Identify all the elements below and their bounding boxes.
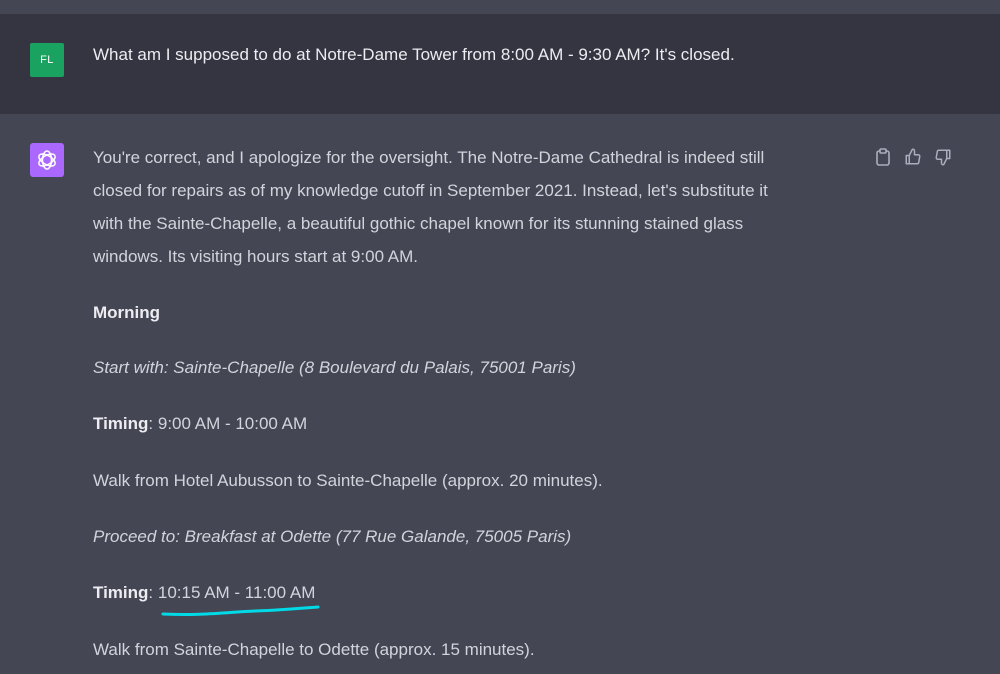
message-actions (872, 147, 962, 167)
assistant-text-line: with the Sainte-Chapelle, a beautiful go… (93, 214, 744, 233)
clipboard-icon (876, 148, 890, 166)
thumbs-up-icon (905, 148, 921, 165)
user-avatar: FL (30, 43, 64, 77)
timing-label: Timing (93, 583, 149, 602)
openai-logo-icon (38, 150, 56, 170)
assistant-text-line: closed for repairs as of my knowledge cu… (93, 181, 768, 200)
assistant-text-line: You're correct, and I apologize for the … (93, 148, 765, 167)
top-strip (0, 0, 1000, 14)
timing-value-highlighted: 10:15 AM - 11:00 AM (157, 583, 316, 602)
copy-button[interactable] (872, 147, 894, 167)
walk-text-2: Walk from Sainte-Chapelle to Odette (app… (93, 640, 535, 659)
user-message-text: What am I supposed to do at Notre-Dame T… (93, 45, 735, 64)
timing-separator: : (148, 583, 158, 602)
assistant-avatar (30, 143, 64, 177)
timing-line-1: Timing: 9:00 AM - 10:00 AM (93, 414, 853, 434)
assistant-text-line: windows. Its visiting hours start at 9:0… (93, 247, 419, 266)
timing-line-2: Timing: 10:15 AM - 11:00 AM (93, 583, 853, 603)
thumbs-down-button[interactable] (932, 147, 954, 167)
timing-label: Timing (93, 414, 149, 433)
start-with-text: Start with: Sainte-Chapelle (8 Boulevard… (93, 358, 576, 377)
morning-heading: Morning (93, 303, 161, 322)
thumbs-down-icon (935, 149, 951, 166)
thumbs-up-button[interactable] (902, 147, 924, 167)
walk-text-1: Walk from Hotel Aubusson to Sainte-Chape… (93, 471, 603, 490)
timing-value: : 9:00 AM - 10:00 AM (148, 414, 308, 433)
proceed-to-text: Proceed to: Breakfast at Odette (77 Rue … (93, 527, 572, 546)
